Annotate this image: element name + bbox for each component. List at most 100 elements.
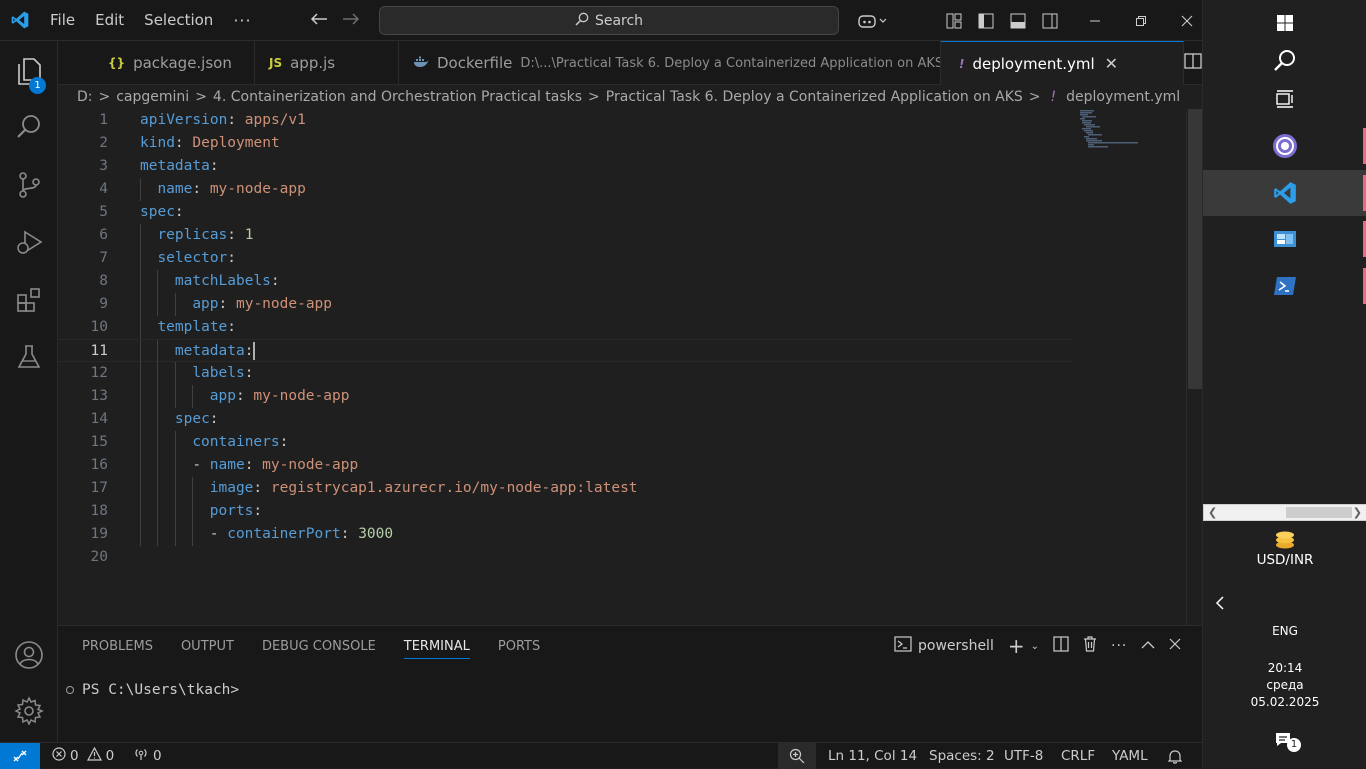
tab-dockerfile[interactable]: Dockerfile D:\...\Practical Task 6. Depl… [399, 41, 941, 85]
taskbar-clock[interactable]: 20:14 среда 05.02.2025 [1203, 660, 1366, 711]
run-debug-icon[interactable] [0, 218, 58, 266]
toggle-secondary-sidebar-icon[interactable] [1034, 0, 1066, 41]
powershell-app-icon[interactable] [1203, 263, 1366, 309]
accounts-icon[interactable] [0, 631, 58, 679]
code-line[interactable]: 1 apiVersion: apps/v1 [58, 109, 1073, 132]
control-panel-app-icon[interactable] [1203, 216, 1366, 262]
extensions-icon[interactable] [0, 276, 58, 324]
breadcrumb-item[interactable]: Practical Task 6. Deploy a Containerized… [606, 89, 1023, 105]
editor-scrollbar[interactable] [1186, 109, 1202, 625]
toggle-primary-sidebar-icon[interactable] [970, 0, 1002, 41]
notification-center-icon[interactable]: 1 [1203, 718, 1366, 764]
browser-app-icon[interactable] [1203, 123, 1366, 169]
breadcrumb-item[interactable]: capgemini [116, 89, 189, 105]
code-editor[interactable]: 1 apiVersion: apps/v1 2 kind: Deployment 3 me… [58, 109, 1186, 625]
cursor-position[interactable]: Ln 11, Col 14 [828, 743, 917, 769]
end-of-line[interactable]: CRLF [1061, 743, 1095, 769]
forward-arrow-icon[interactable] [342, 10, 360, 31]
input-language[interactable]: ENG [1203, 624, 1366, 638]
restore-icon[interactable] [1118, 0, 1164, 41]
yaml-value: my-node-app [253, 388, 350, 404]
problems-status[interactable]: 0 0 [52, 743, 114, 769]
scroll-right-arrow-icon[interactable]: ❯ [1353, 506, 1362, 519]
code-line[interactable]: 13 app: my-node-app [58, 385, 1073, 408]
panel-tab-debug-console[interactable]: DEBUG CONSOLE [262, 639, 376, 654]
code-line[interactable]: 4 name: my-node-app [58, 178, 1073, 201]
terminal-shell-selector[interactable]: powershell [894, 636, 994, 656]
panel-tab-ports[interactable]: PORTS [498, 639, 540, 654]
encoding[interactable]: UTF-8 [1004, 743, 1043, 769]
breadcrumb-item[interactable]: D: [77, 89, 93, 105]
code-line[interactable]: 6 replicas: 1 [58, 224, 1073, 247]
command-center-search[interactable]: Search [379, 6, 839, 35]
scrollbar-thumb[interactable] [1188, 109, 1202, 389]
chevron-down-icon[interactable]: ⌄ [1031, 641, 1039, 652]
code-line[interactable]: 20 [58, 546, 1073, 569]
settings-gear-icon[interactable] [0, 687, 58, 735]
line-number: 8 [99, 273, 108, 289]
tab-label: app.js [290, 54, 336, 72]
copilot-icon[interactable] [850, 0, 894, 41]
minimap[interactable] [1080, 110, 1140, 150]
code-line[interactable]: 5 spec: [58, 201, 1073, 224]
currency-widget[interactable]: USD/INR [1203, 530, 1366, 580]
code-line[interactable]: 7 selector: [58, 247, 1073, 270]
code-line[interactable]: 2 kind: Deployment [58, 132, 1073, 155]
code-line[interactable]: 16 - name: my-node-app [58, 454, 1073, 477]
explorer-icon[interactable]: 1 [0, 46, 58, 94]
scrollbar-thumb[interactable] [1286, 507, 1352, 518]
close-tab-icon[interactable]: ✕ [1105, 54, 1118, 73]
menu-file[interactable]: File [40, 0, 85, 41]
line-number: 18 [90, 503, 108, 519]
new-terminal-plus-icon[interactable]: + [1008, 634, 1025, 658]
code-line[interactable]: 8 matchLabels: [58, 270, 1073, 293]
zoom-icon[interactable] [778, 743, 816, 769]
indentation[interactable]: Spaces: 2 [929, 743, 995, 769]
code-line[interactable]: 12 labels: [58, 362, 1073, 385]
scroll-left-arrow-icon[interactable]: ❮ [1208, 506, 1217, 519]
split-terminal-icon[interactable] [1053, 636, 1069, 656]
terminal-output[interactable]: PS C:\Users\tkach> [66, 682, 239, 698]
tab-app-js[interactable]: JS app.js [255, 41, 399, 85]
minimize-icon[interactable] [1072, 0, 1118, 41]
code-line[interactable]: 9 app: my-node-app [58, 293, 1073, 316]
taskbar-scrollbar[interactable]: ❮ ❯ [1203, 504, 1366, 521]
split-editor-icon[interactable] [1184, 53, 1202, 73]
panel-tab-terminal[interactable]: TERMINAL [403, 639, 470, 659]
panel-tab-output[interactable]: OUTPUT [181, 639, 234, 654]
menu-edit[interactable]: Edit [85, 0, 134, 41]
tab-deployment-yml[interactable]: ! deployment.yml ✕ [941, 41, 1184, 85]
remote-indicator-icon[interactable] [0, 743, 40, 769]
code-line[interactable]: 15 containers: [58, 431, 1073, 454]
code-line[interactable]: 14 spec: [58, 408, 1073, 431]
task-view-icon[interactable] [1203, 76, 1366, 122]
vscode-taskbar-icon[interactable] [1203, 170, 1366, 216]
show-hidden-icons-chevron-icon[interactable] [1203, 580, 1366, 626]
panel-more-actions-icon[interactable]: ··· [1111, 638, 1127, 654]
maximize-panel-chevron-up-icon[interactable] [1141, 638, 1155, 654]
language-mode[interactable]: YAML [1112, 743, 1148, 769]
menu-selection[interactable]: Selection [134, 0, 223, 41]
search-view-icon[interactable] [0, 103, 58, 151]
close-panel-icon[interactable] [1169, 638, 1181, 654]
code-line[interactable]: 3 metadata: [58, 155, 1073, 178]
toggle-panel-icon[interactable] [1002, 0, 1034, 41]
notifications-bell-icon[interactable] [1168, 743, 1182, 769]
code-line[interactable]: 17 image: registrycap1.azurecr.io/my-node… [58, 477, 1073, 500]
back-arrow-icon[interactable] [310, 10, 328, 31]
yaml-key: selector [157, 250, 228, 266]
code-line[interactable]: 11 metadata: [58, 339, 1073, 363]
menu-more-button[interactable]: ··· [223, 11, 261, 30]
code-line[interactable]: 19 - containerPort: 3000 [58, 523, 1073, 546]
testing-flask-icon[interactable] [0, 333, 58, 381]
breadcrumb-item[interactable]: 4. Containerization and Orchestration Pr… [213, 89, 582, 105]
code-line[interactable]: 10 template: [58, 316, 1073, 339]
code-line[interactable]: 18 ports: [58, 500, 1073, 523]
kill-terminal-trash-icon[interactable] [1083, 636, 1097, 656]
tab-package-json[interactable]: {} package.json [94, 41, 255, 85]
customize-layout-icon[interactable] [938, 0, 970, 41]
ports-status[interactable]: 0 [133, 743, 162, 769]
breadcrumb-item[interactable]: deployment.yml [1066, 89, 1180, 105]
panel-tab-problems[interactable]: PROBLEMS [82, 639, 153, 654]
source-control-icon[interactable] [0, 161, 58, 209]
